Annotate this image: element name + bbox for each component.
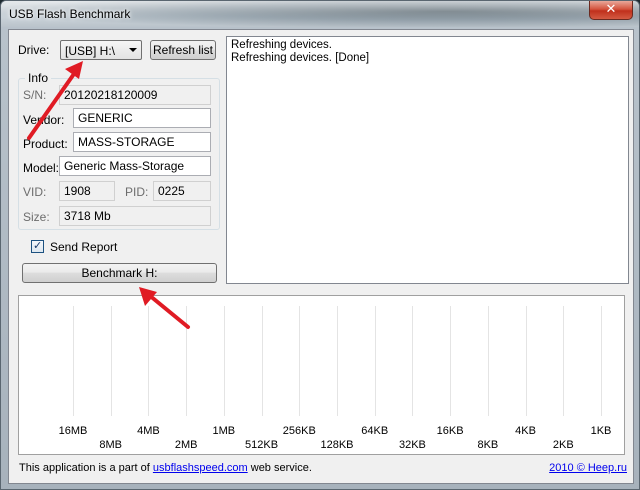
footer-suffix: web service. [247, 462, 312, 474]
product-label: Product: [23, 137, 68, 151]
chart-tick-label: 4KB [515, 425, 536, 437]
pid-label: PID: [125, 185, 149, 199]
chart-gridline [601, 306, 602, 416]
log-textbox[interactable]: Refreshing devices. Refreshing devices. … [226, 36, 629, 284]
close-button[interactable]: ✕ [589, 1, 633, 20]
chart-tick-label: 4MB [137, 425, 160, 437]
heep-link[interactable]: 2010 © Heep.ru [549, 462, 627, 474]
vendor-field[interactable]: GENERIC [73, 108, 211, 128]
drive-select-value: [USB] H:\ [65, 44, 116, 58]
chart-tick-label: 32KB [398, 439, 426, 451]
vid-label: VID: [23, 185, 47, 199]
chevron-down-icon [129, 48, 137, 52]
log-line: Refreshing devices. [Done] [231, 52, 370, 64]
chart-tick-label: 256KB [282, 425, 316, 437]
chart-gridline [563, 306, 565, 416]
product-field[interactable]: MASS-STORAGE [73, 132, 211, 152]
checkmark-icon: ✓ [33, 239, 43, 252]
chart-tick-label: 2KB [552, 439, 574, 451]
sn-label: S/N: [23, 88, 47, 102]
chart-gridline [261, 306, 263, 416]
chart-gridline [487, 306, 489, 416]
chart-gridline [450, 306, 452, 416]
size-label: Size: [23, 210, 50, 224]
log-line: Refreshing devices. [231, 39, 332, 51]
chart-gridline [525, 306, 527, 416]
chart-gridline [337, 306, 338, 416]
chart-gridline [223, 306, 225, 416]
chart-tick-label: 64KB [361, 425, 389, 437]
drive-select[interactable]: [USB] H:\ [60, 40, 142, 60]
info-group-title: Info [25, 71, 52, 85]
chart-tick-label: 512KB [245, 439, 279, 451]
footer-text: This application is a part of usbflashsp… [19, 462, 312, 474]
send-report-label[interactable]: Send Report [50, 240, 117, 254]
chart-tick-label: 16KB [436, 425, 464, 437]
drive-label: Drive: [18, 43, 50, 57]
chart-gridline [148, 306, 150, 416]
chart-gridline [412, 306, 414, 416]
pid-field: 0225 [153, 181, 211, 201]
chart-gridline [73, 306, 74, 416]
size-field: 3718 Mb [59, 206, 211, 226]
vid-field: 1908 [59, 181, 115, 201]
vendor-label: Vendor: [23, 113, 65, 127]
chart-gridline [110, 306, 112, 416]
window-title: USB Flash Benchmark [9, 7, 131, 21]
speed-chart: 16MB 8MB 4MB 2MB 1MB 512KB 256KB 128KB 64KB 32KB 1… [18, 295, 625, 455]
chart-gridline [299, 306, 301, 416]
benchmark-button[interactable]: Benchmark H: [22, 263, 217, 283]
model-field[interactable]: Generic Mass-Storage [59, 156, 211, 176]
chart-tick-label: 2MB [174, 439, 198, 451]
chart-tick-label: 16MB [58, 425, 88, 437]
send-report-checkbox[interactable]: ✓ [31, 239, 44, 253]
close-icon: ✕ [605, 2, 617, 17]
sn-field: 20120218120009 [59, 85, 211, 105]
chart-gridline [374, 306, 376, 416]
chart-gridline [186, 306, 188, 416]
app-window: USB Flash Benchmark ✕ Drive: [USB] H:\ R… [0, 0, 640, 490]
chart-tick-label: 1MB [212, 425, 236, 437]
footer-prefix: This application is a part of [19, 462, 153, 474]
chart-tick-label: 8KB [477, 439, 499, 451]
client-area: Drive: [USB] H:\ Refresh list Info S/N: … [8, 29, 634, 484]
chart-tick-label: 8MB [99, 439, 123, 451]
copyright-link[interactable]: 2010 © Heep.ru [549, 462, 627, 474]
chart-tick-label: 128KB [320, 439, 354, 451]
title-bar[interactable]: USB Flash Benchmark ✕ [1, 1, 639, 27]
chart-tick-label: 1KB [590, 425, 612, 437]
usbflashspeed-link[interactable]: usbflashspeed.com [153, 462, 248, 474]
refresh-list-button[interactable]: Refresh list [150, 40, 216, 60]
model-label: Model: [23, 161, 60, 175]
